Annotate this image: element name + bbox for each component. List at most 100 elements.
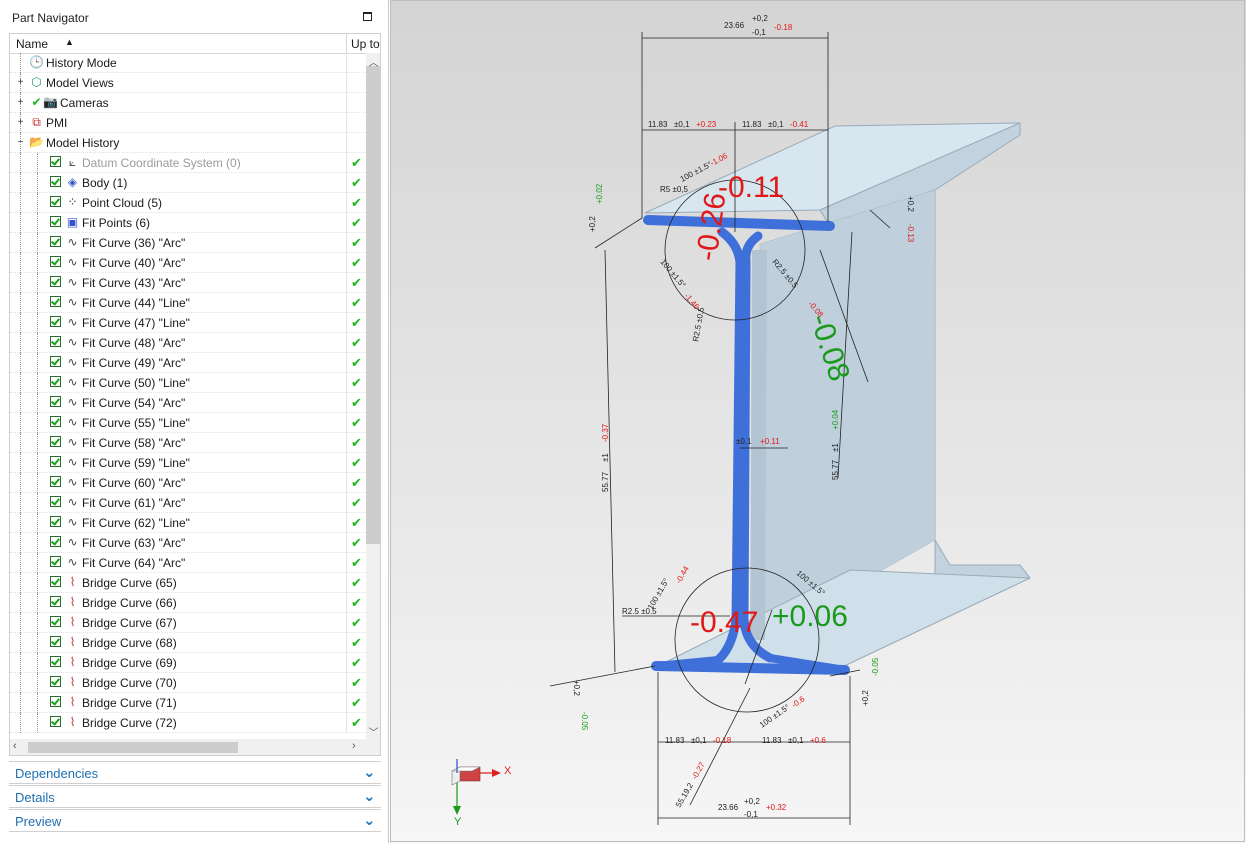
- scroll-down-icon[interactable]: ﹀: [366, 724, 380, 739]
- sort-ascending-icon[interactable]: ▲: [65, 37, 74, 47]
- expand-icon[interactable]: +: [16, 98, 25, 108]
- visibility-checkbox[interactable]: [50, 676, 61, 687]
- up-to-date-icon: ✔: [351, 655, 362, 670]
- visibility-checkbox[interactable]: [50, 316, 61, 327]
- tree-row[interactable]: 🕒 History Mode: [10, 53, 366, 73]
- tree-row[interactable]: ∿ Fit Curve (50) "Line" ✔: [10, 373, 366, 393]
- tree-row[interactable]: ∿ Fit Curve (47) "Line" ✔: [10, 313, 366, 333]
- tree-row[interactable]: ∿ Fit Curve (36) "Arc" ✔: [10, 233, 366, 253]
- visibility-checkbox[interactable]: [50, 196, 61, 207]
- tree-row[interactable]: − 📂 Model History: [10, 133, 366, 153]
- visibility-checkbox[interactable]: [50, 436, 61, 447]
- tree-row[interactable]: ⟀ Datum Coordinate System (0) ✔: [10, 153, 366, 173]
- visibility-checkbox[interactable]: [50, 636, 61, 647]
- tree-row[interactable]: ∿ Fit Curve (60) "Arc" ✔: [10, 473, 366, 493]
- visibility-checkbox[interactable]: [50, 216, 61, 227]
- tree-row[interactable]: ∿ Fit Curve (59) "Line" ✔: [10, 453, 366, 473]
- up-to-date-icon: ✔: [351, 495, 362, 510]
- tree-row[interactable]: ∿ Fit Curve (48) "Arc" ✔: [10, 333, 366, 353]
- visibility-checkbox[interactable]: [50, 336, 61, 347]
- visibility-checkbox[interactable]: [50, 576, 61, 587]
- visibility-checkbox[interactable]: [50, 236, 61, 247]
- tree-row[interactable]: ∿ Fit Curve (62) "Line" ✔: [10, 513, 366, 533]
- fit-curve-icon: ∿: [67, 395, 78, 409]
- tree-row[interactable]: ⌇ Bridge Curve (69) ✔: [10, 653, 366, 673]
- tree-row[interactable]: ⌇ Bridge Curve (66) ✔: [10, 593, 366, 613]
- tree-row[interactable]: ∿ Fit Curve (54) "Arc" ✔: [10, 393, 366, 413]
- tree-row[interactable]: ⌇ Bridge Curve (68) ✔: [10, 633, 366, 653]
- visibility-checkbox[interactable]: [50, 656, 61, 667]
- tree-item-label: Fit Curve (48) "Arc": [82, 336, 186, 350]
- visibility-checkbox[interactable]: [50, 256, 61, 267]
- tree-row[interactable]: ▣ Fit Points (6) ✔: [10, 213, 366, 233]
- tree-row[interactable]: ∿ Fit Curve (43) "Arc" ✔: [10, 273, 366, 293]
- dependencies-panel[interactable]: Dependencies ⌄: [9, 761, 381, 784]
- expand-icon[interactable]: +: [16, 78, 25, 88]
- tree-row[interactable]: + ⧉ PMI: [10, 113, 366, 133]
- column-upto-header[interactable]: Up to: [351, 37, 380, 51]
- visibility-checkbox[interactable]: [50, 596, 61, 607]
- preview-panel[interactable]: Preview ⌄: [9, 809, 381, 832]
- model-scene[interactable]: 23.66 +0,2 -0,1 -0.18 11.83 ±0,1 +0.23 1…: [390, 0, 1246, 843]
- visibility-checkbox[interactable]: [50, 276, 61, 287]
- visibility-checkbox[interactable]: [50, 716, 61, 727]
- visibility-checkbox[interactable]: [50, 696, 61, 707]
- visibility-checkbox[interactable]: [50, 156, 61, 167]
- collapse-icon[interactable]: −: [16, 138, 25, 148]
- visibility-checkbox[interactable]: [50, 416, 61, 427]
- tree-row[interactable]: + ⬡ Model Views: [10, 73, 366, 93]
- tree-row[interactable]: ∿ Fit Curve (44) "Line" ✔: [10, 293, 366, 313]
- dim-top-overall-nominal: 23.66: [724, 21, 745, 30]
- tree-row[interactable]: + ✔ 📷 Cameras: [10, 93, 366, 113]
- fit-curve-icon: ∿: [67, 235, 78, 249]
- visibility-checkbox[interactable]: [50, 536, 61, 547]
- expand-icon[interactable]: +: [16, 118, 25, 128]
- tree-row[interactable]: ⁘ Point Cloud (5) ✔: [10, 193, 366, 213]
- details-panel[interactable]: Details ⌄: [9, 785, 381, 808]
- tree-row[interactable]: ∿ Fit Curve (49) "Arc" ✔: [10, 353, 366, 373]
- visibility-checkbox[interactable]: [50, 296, 61, 307]
- tree-row[interactable]: ∿ Fit Curve (55) "Line" ✔: [10, 413, 366, 433]
- view-triad[interactable]: [451, 759, 501, 815]
- tree-row[interactable]: ⌇ Bridge Curve (71) ✔: [10, 693, 366, 713]
- visibility-checkbox[interactable]: [50, 556, 61, 567]
- up-to-date-icon: ✔: [351, 515, 362, 530]
- tree-connector: [20, 53, 21, 73]
- graphics-viewport[interactable]: 23.66 +0,2 -0,1 -0.18 11.83 ±0,1 +0.23 1…: [390, 0, 1246, 843]
- visibility-checkbox[interactable]: [50, 396, 61, 407]
- tree-connector: [20, 513, 21, 533]
- visibility-checkbox[interactable]: [50, 456, 61, 467]
- tree-row[interactable]: ∿ Fit Curve (58) "Arc" ✔: [10, 433, 366, 453]
- tree-row[interactable]: ⌇ Bridge Curve (70) ✔: [10, 673, 366, 693]
- visibility-checkbox[interactable]: [50, 476, 61, 487]
- tree-row[interactable]: ∿ Fit Curve (64) "Arc" ✔: [10, 553, 366, 573]
- tree-connector: [37, 653, 38, 673]
- tree-row[interactable]: ∿ Fit Curve (61) "Arc" ✔: [10, 493, 366, 513]
- tree-row[interactable]: ⌇ Bridge Curve (65) ✔: [10, 573, 366, 593]
- point-cloud-icon: ⁘: [67, 195, 78, 209]
- visibility-checkbox[interactable]: [50, 496, 61, 507]
- tree-row[interactable]: ◈ Body (1) ✔: [10, 173, 366, 193]
- tree-row[interactable]: ⌇ Bridge Curve (67) ✔: [10, 613, 366, 633]
- chevron-down-icon[interactable]: ⌄: [363, 763, 376, 781]
- tree-row[interactable]: ∿ Fit Curve (63) "Arc" ✔: [10, 533, 366, 553]
- visibility-checkbox[interactable]: [50, 376, 61, 387]
- chevron-down-icon[interactable]: ⌄: [363, 811, 376, 829]
- scroll-up-icon[interactable]: ︿: [366, 54, 380, 69]
- column-name-header[interactable]: Name: [16, 37, 48, 51]
- up-to-date-icon: ✔: [351, 435, 362, 450]
- horizontal-scroll-thumb[interactable]: [28, 742, 238, 753]
- chevron-down-icon[interactable]: ⌄: [363, 787, 376, 805]
- visibility-checkbox[interactable]: [50, 616, 61, 627]
- maximize-icon[interactable]: [363, 12, 372, 21]
- visibility-checkbox[interactable]: [50, 356, 61, 367]
- vertical-scroll-thumb[interactable]: [366, 66, 380, 544]
- scroll-left-icon[interactable]: ‹: [13, 740, 17, 752]
- tree-row[interactable]: ⌇ Bridge Curve (72) ✔: [10, 713, 366, 733]
- visibility-checkbox[interactable]: [50, 176, 61, 187]
- tree-row[interactable]: ∿ Fit Curve (40) "Arc" ✔: [10, 253, 366, 273]
- tree-header: Name ▲ Up to: [10, 34, 380, 54]
- check-icon[interactable]: ✔: [29, 95, 44, 110]
- visibility-checkbox[interactable]: [50, 516, 61, 527]
- scroll-right-icon[interactable]: ›: [352, 740, 356, 752]
